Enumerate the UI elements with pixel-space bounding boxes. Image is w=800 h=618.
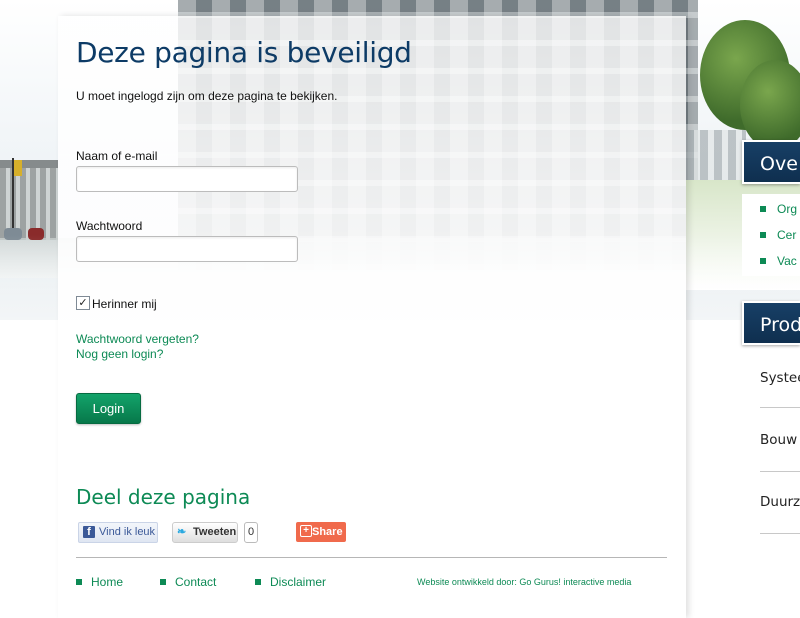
page-intro: U moet ingelogd zijn om deze pagina te b… <box>76 89 338 103</box>
share-button[interactable]: + Share <box>296 522 346 542</box>
password-field[interactable] <box>76 236 298 262</box>
product-item[interactable]: Bouw <box>760 432 800 448</box>
sidebar-item[interactable]: Vac <box>760 254 797 268</box>
square-bullet-icon <box>760 206 766 212</box>
tweet-button[interactable]: ❧ Tweeten <box>172 522 238 543</box>
no-login-link[interactable]: Nog geen login? <box>76 347 163 361</box>
product-item[interactable]: Systee <box>760 370 800 386</box>
sidebar-list-1: Org Cer Vac <box>742 194 800 276</box>
footer-link-disclaimer[interactable]: Disclaimer <box>255 575 326 589</box>
password-label: Wachtwoord <box>76 219 143 233</box>
page-title: Deze pagina is beveiligd <box>76 36 412 69</box>
square-bullet-icon <box>760 258 766 264</box>
footer-divider <box>76 557 667 558</box>
forgot-password-link[interactable]: Wachtwoord vergeten? <box>76 332 199 346</box>
facebook-like-label: Vind ik leuk <box>99 526 156 538</box>
sidebar-panel-title-2[interactable]: Prod <box>742 301 800 345</box>
username-label: Naam of e-mail <box>76 149 158 163</box>
square-bullet-icon <box>160 579 166 585</box>
check-icon: ✓ <box>78 297 88 309</box>
developer-credit-link[interactable]: Website ontwikkeld door: Go Gurus! inter… <box>417 577 631 587</box>
share-label: Share <box>312 526 343 538</box>
share-title: Deel deze pagina <box>76 485 251 509</box>
plus-icon: + <box>300 525 312 537</box>
square-bullet-icon <box>255 579 261 585</box>
remember-checkbox[interactable]: ✓ <box>76 296 90 310</box>
twitter-bird-icon: ❧ <box>177 526 187 538</box>
product-item[interactable]: Duurz <box>760 494 800 510</box>
tweet-label: Tweeten <box>193 526 237 538</box>
sidebar-item[interactable]: Org <box>760 202 797 216</box>
footer-link-contact[interactable]: Contact <box>160 575 216 589</box>
login-button[interactable]: Login <box>76 393 141 424</box>
tweet-count: 0 <box>244 522 258 543</box>
square-bullet-icon <box>76 579 82 585</box>
facebook-like-button[interactable]: f Vind ik leuk <box>78 522 158 543</box>
facebook-icon: f <box>83 526 95 538</box>
sidebar-panel-title-1[interactable]: Ove <box>742 140 800 184</box>
sidebar-item[interactable]: Cer <box>760 228 796 242</box>
footer-link-home[interactable]: Home <box>76 575 123 589</box>
square-bullet-icon <box>760 232 766 238</box>
username-field[interactable] <box>76 166 298 192</box>
remember-label[interactable]: Herinner mij <box>92 297 157 311</box>
